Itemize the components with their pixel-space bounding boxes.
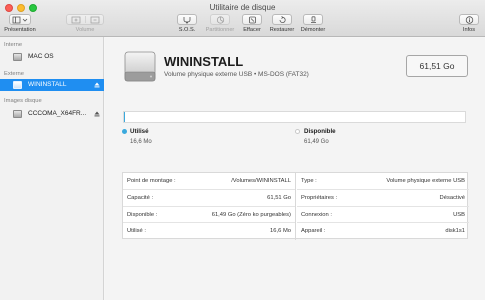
title-bar: Utilitaire de disque Présentation Volume… bbox=[0, 0, 485, 37]
volume-info-table: Point de montage : /Volumes/WININSTALL C… bbox=[122, 172, 469, 240]
volume-description: Volume physique externe USB • MS-DOS (FA… bbox=[164, 71, 309, 78]
restore-button[interactable] bbox=[272, 14, 292, 25]
free-legend-dot bbox=[295, 129, 300, 134]
sidebar-view-icon bbox=[12, 16, 28, 23]
unmount-label: Démonter bbox=[300, 27, 326, 33]
restore-label: Restaurer bbox=[269, 27, 295, 33]
pie-partition-icon bbox=[216, 15, 224, 24]
info-row: Capacité : 61,51 Go bbox=[123, 190, 295, 207]
erase-label: Effacer bbox=[243, 27, 261, 33]
info-row: Point de montage : /Volumes/WININSTALL bbox=[123, 173, 295, 190]
window-title: Utilitaire de disque bbox=[209, 3, 276, 12]
external-drive-icon bbox=[124, 51, 156, 82]
info-key: Appareil : bbox=[301, 228, 326, 235]
unmount-button[interactable] bbox=[303, 14, 323, 25]
info-key: Point de montage : bbox=[127, 178, 176, 184]
restore-arrow-icon bbox=[279, 15, 286, 23]
disk-utility-window: Utilitaire de disque Présentation Volume… bbox=[0, 0, 485, 300]
volume-label: Volume bbox=[75, 27, 95, 33]
info-key: Connexion : bbox=[301, 211, 332, 218]
stethoscope-icon bbox=[183, 16, 191, 23]
sidebar-item-cccoma[interactable]: CCCOMA_X64FR... bbox=[0, 108, 104, 120]
usage-bar bbox=[123, 111, 466, 123]
info-row: Propriétaires : Désactivé bbox=[297, 190, 469, 207]
sidebar-item-label: WININSTALL bbox=[28, 81, 67, 88]
sidebar-item-label: MAC OS bbox=[28, 53, 54, 60]
used-legend-label: Utilisé bbox=[130, 128, 149, 135]
info-value: 16,6 Mo bbox=[270, 228, 291, 235]
info-button[interactable] bbox=[459, 14, 479, 25]
usage-bar-used-fill bbox=[124, 112, 126, 122]
info-row: Type : Volume physique externe USB bbox=[297, 173, 469, 190]
info-row: Appareil : disk1s1 bbox=[297, 223, 469, 240]
info-row: Disponible : 61,49 Go (Zéro ko purgeable… bbox=[123, 207, 295, 224]
main-panel: WININSTALL Volume physique externe USB •… bbox=[105, 38, 485, 300]
info-column-right: Type : Volume physique externe USB Propr… bbox=[297, 173, 469, 240]
info-key: Capacité : bbox=[127, 194, 154, 201]
presentation-label: Présentation bbox=[4, 27, 36, 33]
unmount-icon bbox=[310, 15, 316, 23]
info-value: 61,49 Go (Zéro ko purgeables) bbox=[211, 211, 291, 218]
first-aid-label: S.O.S. bbox=[178, 27, 196, 33]
sidebar-item-label: CCCOMA_X64FR... bbox=[28, 110, 87, 117]
info-value: Désactivé bbox=[439, 194, 465, 201]
disk-image-icon bbox=[13, 110, 22, 118]
volume-name: WININSTALL bbox=[164, 54, 244, 69]
external-disk-icon bbox=[13, 81, 22, 89]
info-column-left: Point de montage : /Volumes/WININSTALL C… bbox=[123, 173, 296, 240]
info-key: Disponible : bbox=[127, 211, 158, 218]
sidebar-heading-external: Externe bbox=[4, 71, 24, 77]
sidebar: Interne MAC OS Externe WININSTALL Images… bbox=[0, 37, 104, 300]
volume-size-badge: 61,51 Go bbox=[406, 55, 468, 77]
info-value: 61,51 Go bbox=[267, 194, 291, 201]
info-row: Connexion : USB bbox=[297, 207, 469, 224]
info-key: Utilisé : bbox=[127, 228, 147, 235]
volume-segmented-control[interactable] bbox=[66, 14, 104, 25]
add-volume-icon bbox=[71, 16, 81, 24]
eject-icon[interactable] bbox=[94, 111, 100, 117]
used-legend-value: 16,6 Mo bbox=[130, 139, 152, 145]
info-value: USB bbox=[453, 211, 465, 218]
used-legend-dot bbox=[122, 129, 127, 134]
info-icon bbox=[465, 15, 473, 24]
sidebar-item-mac-os[interactable]: MAC OS bbox=[0, 51, 104, 63]
sidebar-item-wininstall[interactable]: WININSTALL bbox=[0, 79, 104, 91]
remove-volume-icon bbox=[90, 16, 100, 24]
sidebar-heading-disk-images: Images disque bbox=[4, 98, 42, 104]
segment-divider bbox=[85, 16, 86, 23]
presentation-button[interactable] bbox=[9, 14, 31, 25]
info-value: /Volumes/WININSTALL bbox=[231, 178, 291, 184]
info-value: Volume physique externe USB bbox=[386, 178, 465, 184]
info-key: Propriétaires : bbox=[301, 194, 338, 201]
info-value: disk1s1 bbox=[445, 228, 465, 235]
free-legend-value: 61,49 Go bbox=[304, 139, 329, 145]
eject-icon[interactable] bbox=[94, 82, 100, 88]
info-row: Utilisé : 16,6 Mo bbox=[123, 223, 295, 240]
free-legend-label: Disponible bbox=[304, 128, 336, 135]
erase-icon bbox=[248, 16, 256, 23]
internal-disk-icon bbox=[13, 53, 22, 61]
partition-label: Partitionner bbox=[205, 27, 235, 33]
sidebar-heading-internal: Interne bbox=[4, 42, 23, 48]
erase-button[interactable] bbox=[242, 14, 262, 25]
info-label: Infos bbox=[462, 27, 476, 33]
info-key: Type : bbox=[301, 178, 317, 184]
first-aid-button[interactable] bbox=[177, 14, 197, 25]
partition-button[interactable] bbox=[210, 14, 230, 25]
